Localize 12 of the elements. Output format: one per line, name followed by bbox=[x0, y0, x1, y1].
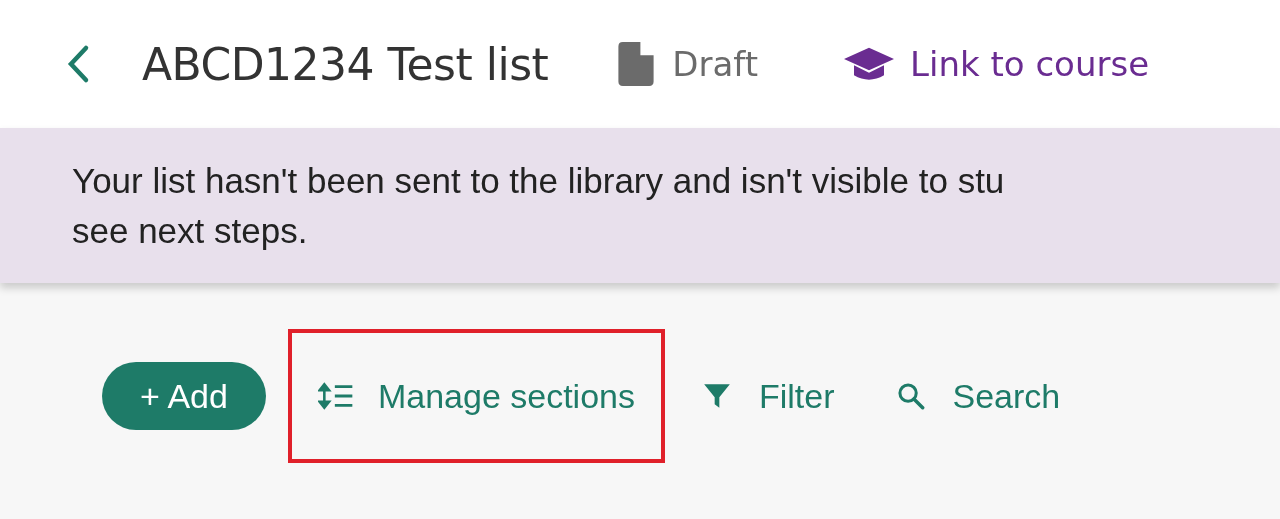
sort-list-icon bbox=[317, 382, 354, 410]
notice-text: Your list hasn't been sent to the library and isn't visible to stu see next steps. bbox=[72, 159, 1005, 252]
link-to-course-link[interactable]: Link to course bbox=[844, 44, 1150, 84]
manage-sections-button[interactable]: Manage sections bbox=[313, 376, 639, 416]
status-label: Draft bbox=[672, 44, 759, 84]
filter-button[interactable]: Filter bbox=[694, 376, 839, 416]
back-chevron-icon bbox=[66, 44, 90, 84]
add-button[interactable]: + Add bbox=[102, 362, 266, 430]
document-icon bbox=[618, 42, 655, 86]
search-button[interactable]: Search bbox=[888, 376, 1065, 416]
graduation-cap-icon bbox=[844, 45, 895, 83]
list-title: ABCD1234 Test list bbox=[142, 38, 549, 90]
